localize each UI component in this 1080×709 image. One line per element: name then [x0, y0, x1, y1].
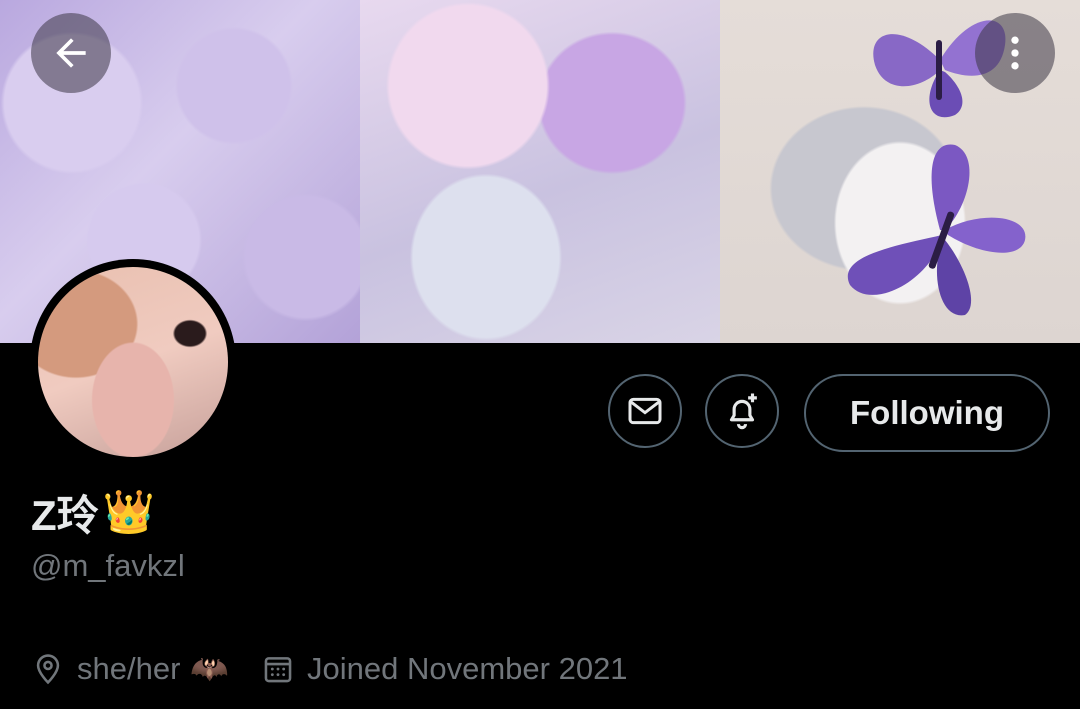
joined-date-text: Joined November 2021 [307, 650, 628, 686]
message-button[interactable] [608, 374, 682, 448]
display-name: Z玲 👑 [31, 482, 155, 543]
calendar-icon [261, 652, 295, 686]
following-label: Following [850, 394, 1004, 431]
avatar-image [38, 267, 228, 457]
bat-icon: 🦇 [190, 651, 230, 686]
avatar[interactable] [30, 259, 236, 465]
notifications-button[interactable] [705, 374, 779, 448]
crown-icon: 👑 [102, 488, 155, 535]
joined-item: Joined November 2021 [261, 651, 628, 687]
following-button[interactable]: Following [804, 374, 1050, 452]
pronouns-item: she/her 🦇 [31, 650, 229, 687]
arrow-left-icon [56, 38, 86, 68]
bell-plus-icon [729, 393, 757, 430]
more-options-button[interactable] [975, 13, 1055, 93]
location-pin-icon [31, 652, 65, 686]
butterfly-icon [847, 144, 1026, 316]
display-name-text: Z玲 [31, 492, 99, 539]
mail-icon [628, 397, 662, 425]
pronouns-text: she/her [77, 650, 181, 686]
banner-image-resin-hearts [360, 0, 720, 343]
back-button[interactable] [31, 13, 111, 93]
profile-meta: she/her 🦇 Joined November 2021 [31, 650, 628, 687]
more-vertical-icon [1011, 36, 1019, 70]
user-handle: @m_favkzl [31, 548, 185, 583]
